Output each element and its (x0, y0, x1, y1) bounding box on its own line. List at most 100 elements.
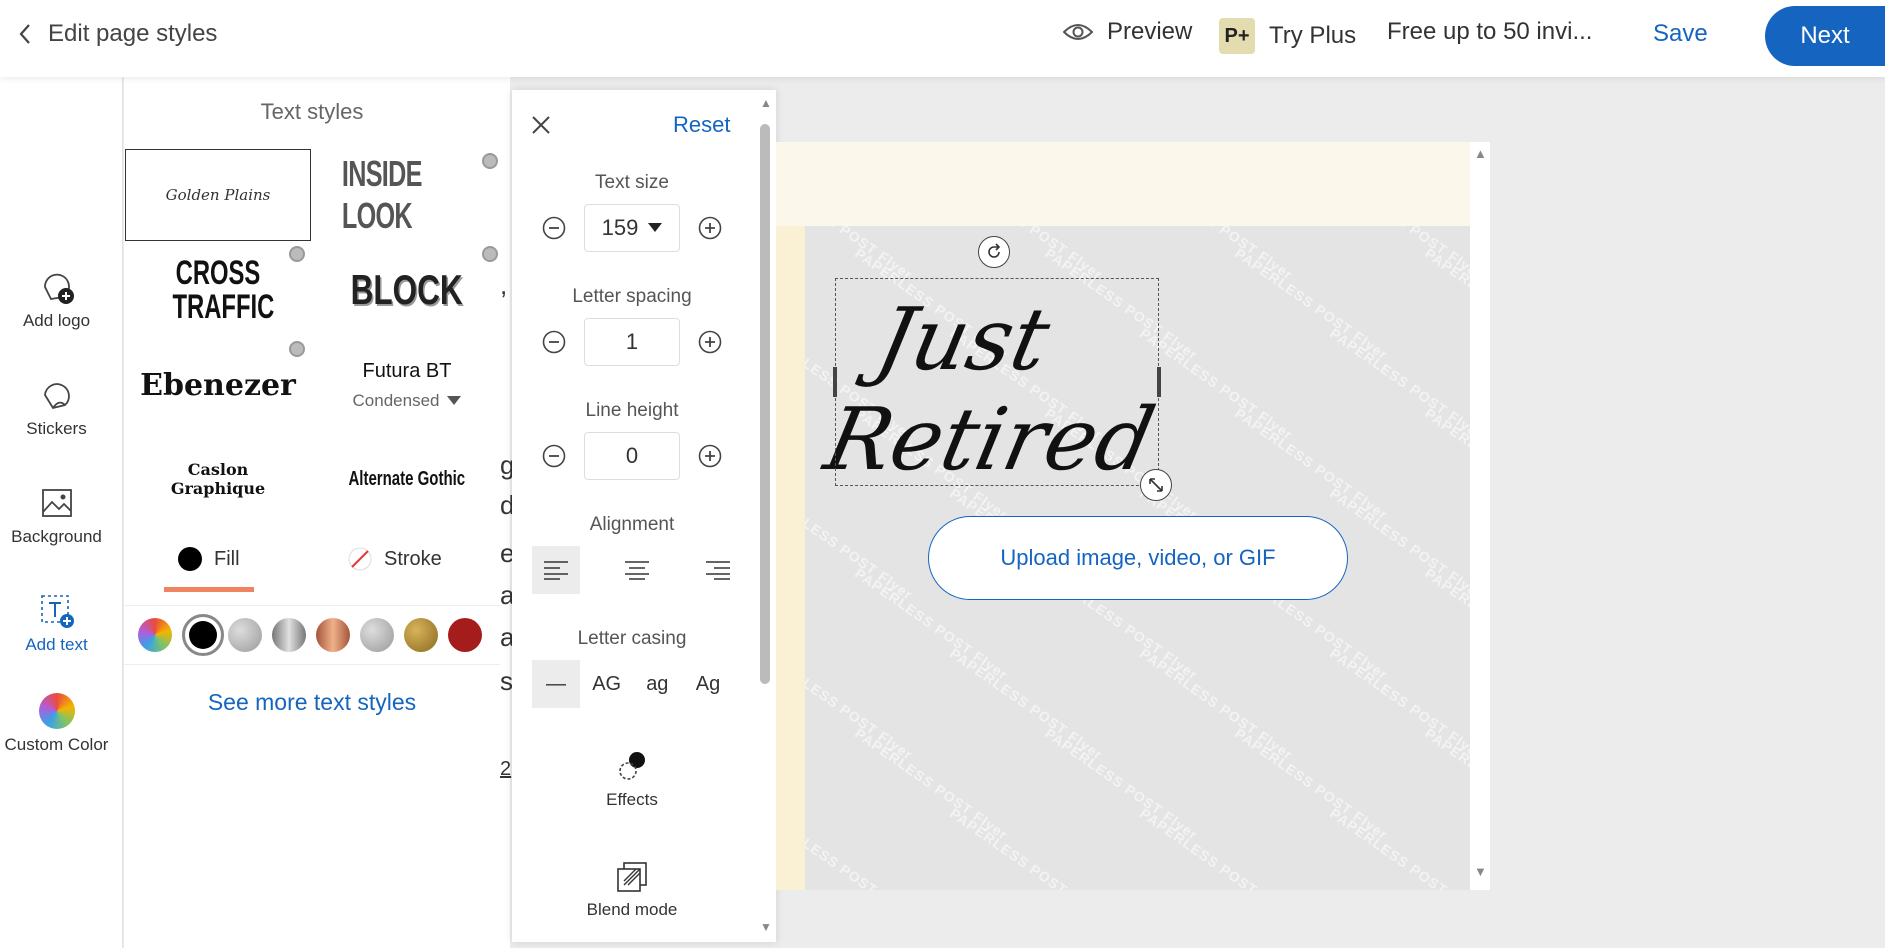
letter-spacing-label: Letter spacing (572, 286, 692, 307)
style-tile-alternate-gothic[interactable]: Alternate Gothic (314, 433, 500, 525)
style-tile-futura-bt[interactable]: Futura BT Condensed (314, 339, 500, 431)
casing-title-button[interactable]: Ag (684, 660, 732, 708)
back-button[interactable]: Edit page styles (18, 20, 217, 48)
text-size-value: 159 (601, 215, 639, 240)
reset-button[interactable]: Reset (673, 112, 730, 138)
see-more-text-styles-link[interactable]: See more text styles (124, 689, 500, 716)
background-button[interactable]: Background (0, 485, 113, 547)
watermark-text: PAPERLESS POST Flyer (805, 804, 916, 890)
scroll-down-icon[interactable]: ▼ (1474, 864, 1487, 879)
watermark-text: PAPERLESS POST Flyer (805, 484, 917, 604)
preview-button[interactable]: Preview (1063, 18, 1192, 46)
swatch-copper[interactable] (316, 618, 350, 652)
upload-media-button[interactable]: Upload image, video, or GIF (928, 516, 1348, 600)
swatch-red[interactable] (448, 618, 482, 652)
plus-badge-icon: P+ (1219, 18, 1255, 54)
stickers-button[interactable]: Stickers (0, 377, 113, 439)
scroll-up-icon[interactable]: ▲ (760, 96, 772, 110)
chevron-left-icon (19, 24, 30, 44)
futura-variant-dropdown[interactable]: Condensed (353, 391, 462, 411)
swatch-chrome[interactable] (272, 618, 306, 652)
letter-spacing-input[interactable]: 1 (584, 318, 680, 366)
panel-scrollbar[interactable]: ▲ ▼ (756, 90, 776, 942)
rail-label: Custom Color (4, 735, 109, 754)
plus-circle-icon[interactable] (698, 330, 722, 354)
style-tile-inside-look[interactable]: INSIDE LOOK (314, 149, 500, 241)
blend-mode-button[interactable]: Blend mode (512, 860, 752, 920)
left-resize-handle[interactable] (833, 367, 837, 397)
blend-mode-icon (617, 862, 647, 892)
close-icon[interactable] (530, 114, 552, 136)
fill-tab[interactable]: Fill (178, 547, 240, 571)
text-settings-panel: Reset Text size 159 Letter spacing 1 Lin… (512, 90, 776, 942)
premium-lock-icon (289, 246, 305, 262)
next-button[interactable]: Next (1765, 6, 1885, 66)
line-height-input[interactable]: 0 (584, 432, 680, 480)
watermark-text: PAPERLESS POST Flyer (946, 804, 1107, 890)
scroll-thumb[interactable] (760, 124, 770, 684)
minus-circle-icon[interactable] (542, 330, 566, 354)
selection-box[interactable] (833, 278, 1161, 486)
tile-label: Caslon Graphique (170, 460, 266, 498)
right-resize-handle[interactable] (1157, 367, 1161, 397)
rotate-icon (988, 243, 1001, 258)
watermark-text: PAPERLESS POST Flyer (851, 724, 1012, 844)
premium-lock-icon (482, 153, 498, 169)
casing-none-button[interactable]: — (532, 660, 580, 708)
watermark-text: PAPERLESS POST Flyer (1041, 724, 1202, 844)
no-stroke-icon (348, 547, 372, 571)
premium-lock-icon (482, 246, 498, 262)
minus-circle-icon[interactable] (542, 216, 566, 240)
letter-casing-label: Letter casing (577, 628, 687, 649)
custom-color-button[interactable]: Custom Color (0, 693, 113, 755)
rotate-handle[interactable] (978, 236, 1010, 268)
add-logo-button[interactable]: Add logo (0, 269, 113, 331)
page-title: Edit page styles (48, 20, 218, 47)
style-tile-ebenezer[interactable]: Ebenezer (125, 339, 311, 431)
watermark-text: PAPERLESS POST Flyer (1326, 804, 1470, 890)
free-invites-label[interactable]: Free up to 50 invi... (1387, 18, 1592, 46)
blend-mode-label: Blend mode (586, 900, 678, 919)
add-text-button[interactable]: Add text (0, 593, 113, 655)
try-plus-button[interactable]: P+ Try Plus (1219, 18, 1356, 54)
swatch-black-selected[interactable] (182, 614, 224, 656)
scroll-up-icon[interactable]: ▲ (1474, 146, 1487, 161)
plus-circle-icon[interactable] (698, 444, 722, 468)
rail-label: Background (11, 527, 102, 546)
stroke-tab[interactable]: Stroke (348, 547, 442, 571)
caret-down-icon (648, 223, 663, 232)
watermark-text: PAPERLESS POST Flyer (1136, 804, 1297, 890)
casing-upper-button[interactable]: AG (583, 660, 631, 708)
page-header-area (776, 142, 1470, 226)
align-right-icon (706, 561, 730, 580)
casing-lower-button[interactable]: ag (633, 660, 681, 708)
tile-label: BLOCK (350, 266, 463, 313)
style-tile-cross-traffic[interactable]: CROSS TRAFFIC (125, 244, 311, 336)
scroll-down-icon[interactable]: ▼ (760, 920, 772, 934)
swatch-silver[interactable] (360, 618, 394, 652)
swatch-glitter-silver[interactable] (228, 618, 262, 652)
color-swatches (124, 605, 500, 665)
fill-stroke-tabs: Fill Stroke (124, 547, 500, 592)
align-left-button[interactable] (532, 546, 580, 594)
effects-button[interactable]: Effects (512, 750, 752, 810)
resize-handle[interactable] (1140, 469, 1172, 501)
align-center-button[interactable] (613, 546, 661, 594)
swatch-gold[interactable] (404, 618, 438, 652)
style-tile-block[interactable]: BLOCK (314, 244, 500, 336)
align-right-button[interactable] (694, 546, 742, 594)
align-left-icon (544, 561, 568, 580)
style-tile-caslon-graphique[interactable]: Caslon Graphique (125, 433, 311, 525)
canvas-scrollbar[interactable]: ▲ ▼ (1470, 142, 1490, 890)
watermark-text: PAPERLESS POST Flyer (805, 644, 917, 764)
plus-circle-icon[interactable] (698, 216, 722, 240)
style-tile-golden-plains[interactable]: Golden Plains (125, 149, 311, 241)
variant-label: Condensed (352, 390, 440, 410)
minus-circle-icon[interactable] (542, 444, 566, 468)
save-button[interactable]: Save (1653, 20, 1708, 48)
watermark-text: PAPERLESS POST Flyer (1136, 644, 1297, 764)
swatch-custom[interactable] (138, 618, 172, 652)
text-size-select[interactable]: 159 (584, 204, 680, 252)
page-margin (776, 226, 805, 890)
tile-label: CROSS TRAFFIC (172, 254, 275, 326)
